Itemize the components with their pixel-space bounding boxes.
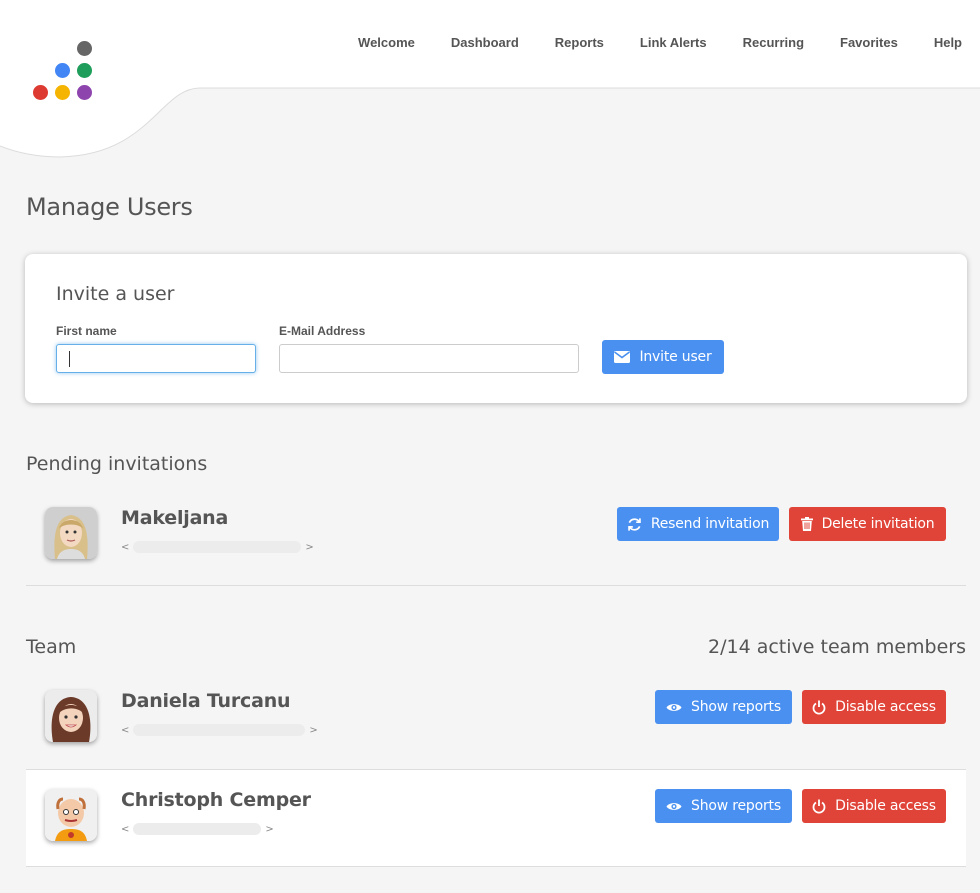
invite-title: Invite a user [56,283,175,305]
email-input[interactable] [279,344,579,373]
team-title: Team [26,636,77,658]
show-reports-label: Show reports [691,699,781,715]
logo-dot [33,85,48,100]
nav-link-alerts[interactable]: Link Alerts [622,34,707,52]
header: Welcome Dashboard Reports Link Alerts Re… [0,0,980,160]
resend-invitation-button[interactable]: Resend invitation [617,507,779,541]
team-count: 2/14 active team members [708,636,966,658]
email-redacted [133,541,302,553]
user-email: < > [121,823,274,835]
main-nav: Welcome Dashboard Reports Link Alerts Re… [340,34,980,52]
delete-invitation-button[interactable]: Delete invitation [789,507,946,541]
logo-dot [77,41,92,56]
nav-dashboard[interactable]: Dashboard [433,34,519,52]
logo-dot [77,63,92,78]
disable-access-label: Disable access [835,798,936,814]
user-email: < > [121,724,318,736]
email-redacted [133,724,306,736]
email-close-bracket: > [309,724,318,736]
power-icon [812,700,826,715]
invite-user-label: Invite user [639,349,712,365]
email-close-bracket: > [265,823,274,835]
email-close-bracket: > [305,541,314,553]
disable-access-button[interactable]: Disable access [802,690,946,724]
show-reports-button[interactable]: Show reports [655,690,792,724]
logo[interactable] [30,38,100,108]
page-title: Manage Users [26,193,193,221]
nav-welcome[interactable]: Welcome [340,34,415,52]
nav-recurring[interactable]: Recurring [725,34,804,52]
text-caret [69,350,70,367]
eye-icon [666,801,682,812]
first-name-label: First name [56,324,117,338]
email-open-bracket: < [121,823,130,835]
email-redacted [133,823,262,835]
power-icon [812,799,826,814]
nav-reports[interactable]: Reports [537,34,604,52]
resend-invitation-label: Resend invitation [650,516,770,532]
avatar [45,690,97,742]
refresh-icon [627,517,642,532]
user-name: Christoph Cemper [121,789,311,811]
eye-icon [666,702,682,713]
first-name-input[interactable] [56,344,256,373]
divider [26,585,966,586]
logo-dot [77,85,92,100]
logo-dot [55,85,70,100]
show-reports-label: Show reports [691,798,781,814]
header-background [0,0,980,158]
envelope-icon [614,351,631,363]
disable-access-label: Disable access [835,699,936,715]
disable-access-button[interactable]: Disable access [802,789,946,823]
delete-invitation-label: Delete invitation [821,516,935,532]
show-reports-button[interactable]: Show reports [655,789,792,823]
email-label: E-Mail Address [279,324,366,338]
user-name: Makeljana [121,507,229,529]
pending-title: Pending invitations [26,453,208,475]
user-email: < > [121,541,314,553]
logo-dot [55,63,70,78]
user-name: Daniela Turcanu [121,690,291,712]
email-open-bracket: < [121,724,130,736]
invite-card: Invite a user First name E-Mail Address … [25,254,967,403]
nav-favorites[interactable]: Favorites [822,34,898,52]
trash-icon [800,517,813,531]
nav-help[interactable]: Help [916,34,962,52]
avatar [45,507,97,559]
email-open-bracket: < [121,541,130,553]
invite-user-button[interactable]: Invite user [602,340,724,374]
avatar [45,789,97,841]
